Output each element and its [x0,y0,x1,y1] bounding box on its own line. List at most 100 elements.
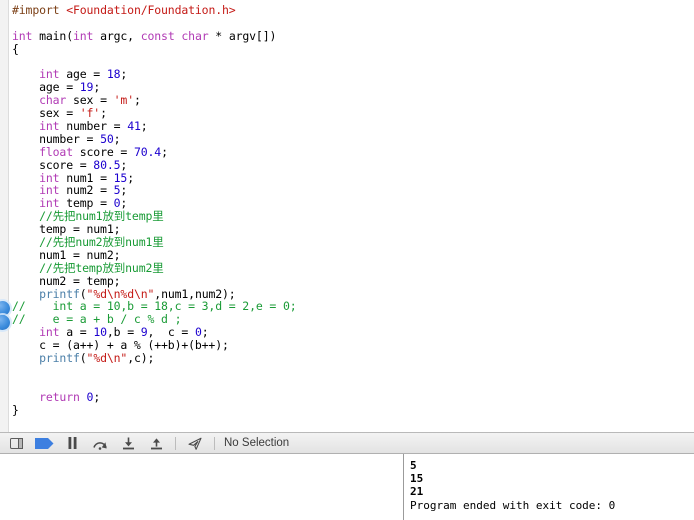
code-token: 70.4 [133,144,162,159]
variables-view[interactable] [0,454,404,520]
code-token: num1 = num2; [12,247,121,262]
code-line: int age = 18; [12,68,694,81]
code-token: // e = a + b / c % d ; [12,312,182,327]
code-token: 10 [93,325,107,340]
toggle-console-button[interactable] [2,433,30,454]
toolbar-separator-2 [214,436,215,450]
code-token: * argv[]) [208,28,277,43]
code-token: } [12,402,19,417]
code-token: num2 = temp; [12,273,121,288]
code-text[interactable]: #import <Foundation/Foundation.h> int ma… [9,0,694,432]
code-token: return [39,389,80,404]
code-token: 9 [140,325,148,340]
console-line: Program ended with exit code: 0 [410,498,616,512]
pause-button[interactable] [58,433,86,454]
code-token: score = [72,144,134,159]
code-token: ; [93,80,101,95]
code-token: argc, [93,28,141,43]
code-token: char [39,93,67,108]
code-token: 0 [194,325,202,340]
code-token: num2 = [59,183,114,198]
debug-toolbar[interactable]: No Selection [0,432,694,454]
code-token: number = [59,119,128,134]
code-token: 15 [113,170,128,185]
code-token: age = [12,80,80,95]
code-line: printf("%d\n",c); [12,352,694,365]
breakpoint-flag-icon [34,437,53,449]
code-token: 80.5 [93,157,121,172]
code-token: int [39,67,60,82]
step-out-icon [150,437,162,449]
code-token: ,b = [106,325,141,340]
code-token: temp = num1; [12,222,121,237]
editor-gutter[interactable] [0,0,9,432]
code-token: sex = [12,106,80,121]
code-token: ; [120,183,128,198]
code-token: ( [79,286,87,301]
code-token: int [39,325,60,340]
code-token: main( [32,28,73,43]
step-out-button[interactable] [142,433,170,454]
pause-icon [68,437,76,449]
code-token: { [12,41,19,56]
step-into-button[interactable] [114,433,142,454]
code-token: a = [59,325,94,340]
code-token: printf [39,351,80,366]
step-over-button[interactable] [86,433,114,454]
code-token: number = [12,131,101,146]
code-token: //先把num1放到temp里 [39,209,164,224]
source-editor[interactable]: #import <Foundation/Foundation.h> int ma… [0,0,694,432]
code-token: 19 [79,80,94,95]
code-token: ; [100,106,107,121]
code-line: #import <Foundation/Foundation.h> [12,4,694,17]
code-token: ; [113,131,121,146]
code-token: float [39,144,73,159]
code-token: ; [201,325,209,340]
code-token: // int a = 10,b = 18,c = 3,d = 2,e = 0; [12,299,297,314]
console-line: 21 [410,485,424,499]
console-line: 5 [410,459,417,472]
code-token: ,c); [127,351,155,366]
simulate-location-button[interactable] [181,433,209,454]
bottom-panes: 5 15 21 Program ended with exit code: 0 [0,454,694,520]
code-token: 50 [100,131,114,146]
code-token: int [12,28,33,43]
code-token: printf [39,286,80,301]
code-token: ; [140,119,148,134]
console-output[interactable]: 5 15 21 Program ended with exit code: 0 [405,454,694,520]
code-token: const [140,28,175,43]
code-token: , c = [147,325,195,340]
code-line: } [12,402,694,417]
code-token: int [72,28,94,43]
activate-breakpoints-button[interactable] [30,433,58,454]
code-token: sex = [66,93,114,108]
console-line: 15 [410,472,424,486]
code-line: return 0; [12,389,694,404]
location-arrow-icon [188,437,202,450]
code-token: 41 [127,119,141,134]
code-token: "%d\n" [86,351,128,366]
code-token: 'f' [79,106,101,121]
step-over-icon [93,441,107,450]
code-token: ; [161,144,168,159]
code-token: int [39,170,60,185]
xcode-window: #import <Foundation/Foundation.h> int ma… [0,0,694,520]
code-token: 'm' [113,93,134,108]
code-line: int main(int argc, const char * argv[]) [12,28,694,43]
code-token: c = (a++) + a % (++b)+(b++); [12,338,229,353]
